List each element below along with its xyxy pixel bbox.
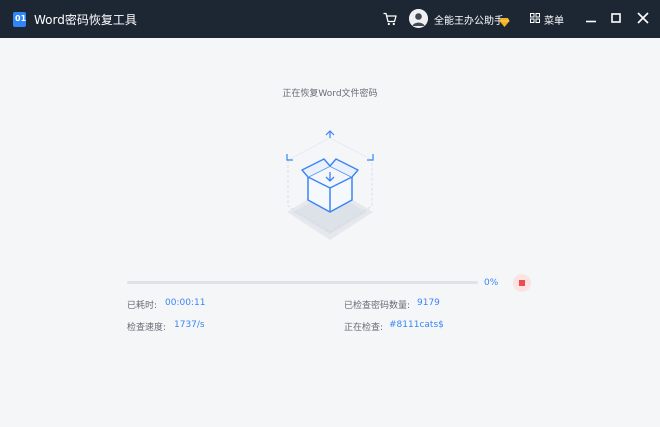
avatar[interactable] [409,9,428,28]
user-name[interactable]: 全能王办公助手 [434,12,504,27]
menu-label: 菜单 [544,16,564,27]
progress-percent: 0% [484,278,499,288]
checked-count-label: 已检查密码数量: [344,301,411,311]
current-password-label: 正在检查: [344,323,384,333]
maximize-icon[interactable] [608,10,624,26]
vip-diamond-icon [499,13,510,27]
app-logo-text: 01 [15,14,27,23]
close-icon[interactable] [635,10,651,26]
box-illustration [283,128,377,244]
elapsed-label: 已耗时: [127,301,158,311]
minimize-icon[interactable] [583,10,599,26]
speed-value: 1737/s [174,320,205,330]
elapsed-value: 00:00:11 [165,298,206,308]
status-text: 正在恢复Word文件密码 [282,89,378,99]
checked-count-value: 9179 [417,298,440,308]
grid-menu-icon [530,13,540,23]
progress-bar [127,281,478,284]
title-bar: 01 Word密码恢复工具 全能王办公助手 菜单 [0,0,660,38]
current-password-value: #8111cats$ [389,320,444,330]
app-title: Word密码恢复工具 [34,13,137,27]
cart-icon[interactable] [382,11,398,27]
speed-label: 检查速度: [127,323,167,333]
app-logo-icon: 01 [13,12,26,27]
stop-button[interactable] [513,274,531,292]
